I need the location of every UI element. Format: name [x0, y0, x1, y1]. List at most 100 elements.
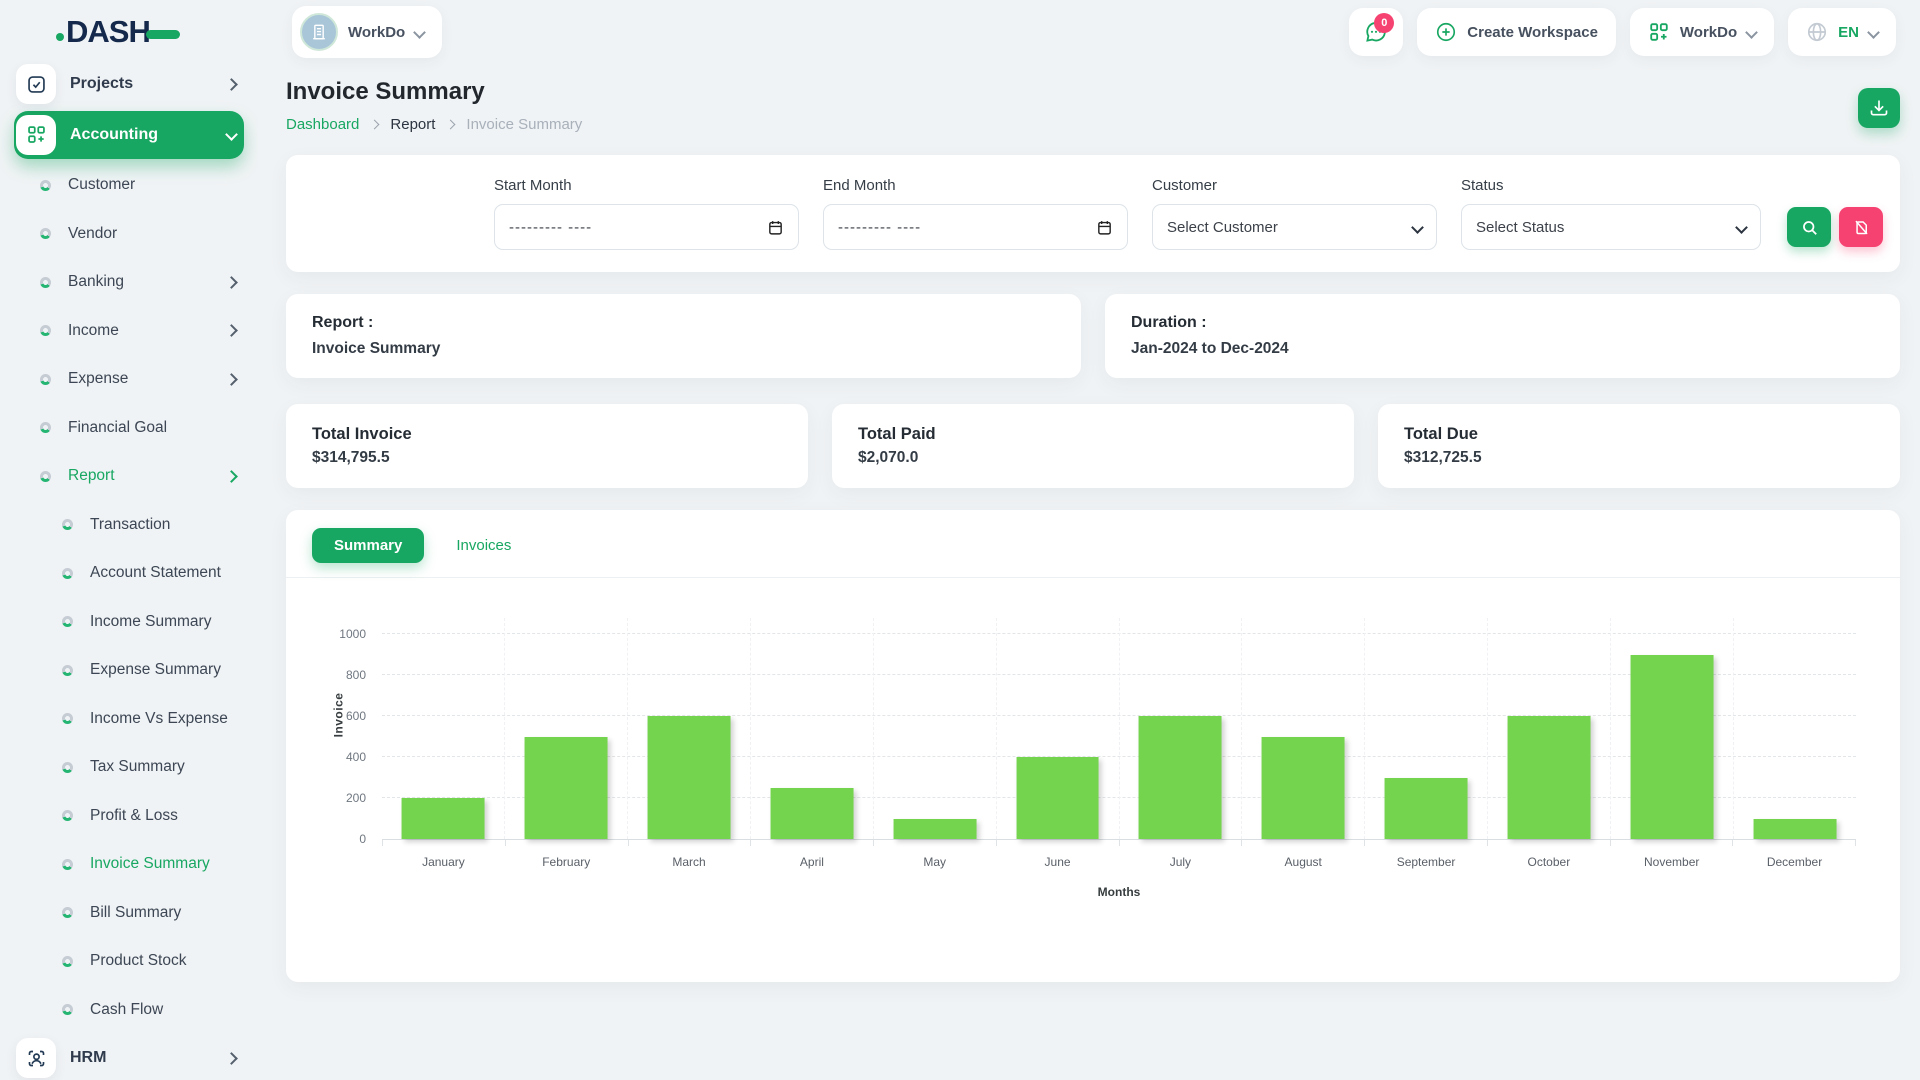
- category-cell: [751, 618, 874, 839]
- status-select[interactable]: Select Status: [1461, 204, 1761, 250]
- tab-summary[interactable]: Summary: [312, 528, 424, 563]
- bar-july[interactable]: [1139, 716, 1222, 839]
- bar-april[interactable]: [770, 788, 853, 839]
- workspace-switcher[interactable]: WorkDo: [292, 6, 442, 58]
- reset-filter-button[interactable]: [1839, 207, 1883, 247]
- sidebar-item-projects[interactable]: Projects: [14, 60, 244, 109]
- stat-card-total-paid: Total Paid$2,070.0: [832, 404, 1354, 488]
- page-title: Invoice Summary: [286, 78, 582, 106]
- sidebar-item-expense-summary[interactable]: Expense Summary: [14, 646, 244, 695]
- start-month-input[interactable]: --------- ----: [494, 204, 799, 250]
- customer-label: Customer: [1152, 177, 1437, 194]
- sidebar-item-label: Vendor: [68, 225, 244, 243]
- category-cell: [997, 618, 1120, 839]
- chevron-right-icon: [212, 375, 236, 384]
- category-cell: [382, 618, 505, 839]
- create-workspace-label: Create Workspace: [1467, 24, 1598, 41]
- tab-invoices[interactable]: Invoices: [434, 528, 533, 563]
- bar-september[interactable]: [1385, 778, 1468, 840]
- x-tick-label: December: [1733, 855, 1856, 869]
- x-axis-labels: JanuaryFebruaryMarchAprilMayJuneJulyAugu…: [382, 855, 1856, 869]
- sidebar-item-account-statement[interactable]: Account Statement: [14, 549, 244, 598]
- create-workspace-button[interactable]: Create Workspace: [1417, 8, 1616, 56]
- chevron-right-icon: [212, 1054, 236, 1063]
- sidebar-item-customer[interactable]: Customer: [14, 161, 244, 210]
- sidebar-item-invoice-summary[interactable]: Invoice Summary: [14, 840, 244, 889]
- end-month-field: End Month --------- ----: [823, 177, 1128, 250]
- user-scan-icon: [16, 1038, 56, 1078]
- sidebar-item-report[interactable]: Report: [14, 452, 244, 501]
- x-tick-label: January: [382, 855, 505, 869]
- customer-field: Customer Select Customer: [1152, 177, 1437, 250]
- sidebar-item-label: Report: [68, 467, 212, 485]
- apps-label: WorkDo: [1680, 24, 1737, 41]
- chevron-down-icon: [1867, 26, 1880, 39]
- chart-plot-area: 02004006008001000: [382, 618, 1856, 840]
- sidebar-item-vendor[interactable]: Vendor: [14, 210, 244, 259]
- notifications-button[interactable]: 0: [1349, 8, 1403, 56]
- bar-january[interactable]: [402, 798, 485, 839]
- bar-february[interactable]: [524, 737, 607, 840]
- category-cell: [1365, 618, 1488, 839]
- x-tick: [1365, 840, 1488, 846]
- stat-card-total-invoice: Total Invoice$314,795.5: [286, 404, 808, 488]
- x-tick-label: May: [873, 855, 996, 869]
- x-tick: [1611, 840, 1734, 846]
- chevron-down-icon: [1735, 221, 1748, 234]
- bar-december[interactable]: [1754, 819, 1837, 840]
- x-tick-label: April: [750, 855, 873, 869]
- app-logo[interactable]: DASH: [56, 14, 292, 50]
- sidebar-item-hrm[interactable]: HRM: [14, 1034, 244, 1080]
- language-code: EN: [1838, 24, 1859, 41]
- sidebar-item-product-stock[interactable]: Product Stock: [14, 937, 244, 986]
- logo-dash: [146, 30, 180, 39]
- bar-october[interactable]: [1508, 716, 1591, 839]
- chevron-right-icon: [212, 326, 236, 335]
- bar-june[interactable]: [1016, 757, 1099, 839]
- start-month-field: Start Month --------- ----: [494, 177, 799, 250]
- search-icon: [1800, 218, 1819, 237]
- reset-icon: [1852, 218, 1871, 237]
- chevron-down-icon: [1745, 26, 1758, 39]
- sidebar-item-expense[interactable]: Expense: [14, 355, 244, 404]
- calendar-icon: [1096, 219, 1113, 236]
- chart-card: SummaryInvoices Invoice 0200400600800100…: [286, 510, 1900, 982]
- report-card-value: Invoice Summary: [312, 340, 1055, 358]
- sidebar-item-label: Transaction: [90, 516, 244, 534]
- language-selector[interactable]: EN: [1788, 8, 1896, 56]
- logo-dot: [56, 33, 64, 41]
- duration-card-title: Duration :: [1131, 314, 1874, 332]
- end-month-input[interactable]: --------- ----: [823, 204, 1128, 250]
- sidebar-item-bill-summary[interactable]: Bill Summary: [14, 889, 244, 938]
- bar-august[interactable]: [1262, 737, 1345, 840]
- sidebar-item-income[interactable]: Income: [14, 307, 244, 356]
- sidebar-item-financial-goal[interactable]: Financial Goal: [14, 404, 244, 453]
- download-button[interactable]: [1858, 88, 1900, 128]
- sidebar-item-profit-loss[interactable]: Profit & Loss: [14, 792, 244, 841]
- x-tick-label: February: [505, 855, 628, 869]
- sidebar-item-cash-flow[interactable]: Cash Flow: [14, 986, 244, 1035]
- report-card: Report : Invoice Summary: [286, 294, 1081, 378]
- x-tick: [1242, 840, 1365, 846]
- bar-may[interactable]: [893, 819, 976, 840]
- sidebar-item-label: Banking: [68, 273, 212, 291]
- sidebar-item-accounting[interactable]: Accounting: [14, 111, 244, 160]
- sidebar-item-income-summary[interactable]: Income Summary: [14, 598, 244, 647]
- breadcrumb-item[interactable]: Dashboard: [286, 116, 359, 133]
- grid-plus-icon: [1648, 21, 1670, 43]
- sidebar-item-banking[interactable]: Banking: [14, 258, 244, 307]
- x-tick: [382, 840, 506, 846]
- x-tick: [997, 840, 1120, 846]
- sidebar-item-tax-summary[interactable]: Tax Summary: [14, 743, 244, 792]
- workdo-apps-button[interactable]: WorkDo: [1630, 8, 1774, 56]
- sidebar-item-label: Projects: [70, 75, 212, 93]
- bar-march[interactable]: [647, 716, 730, 839]
- category-cell: [505, 618, 628, 839]
- bar-november[interactable]: [1631, 655, 1714, 840]
- sidebar-item-income-vs-expense[interactable]: Income Vs Expense: [14, 695, 244, 744]
- sidebar-item-transaction[interactable]: Transaction: [14, 501, 244, 550]
- workspace-avatar: [300, 13, 338, 51]
- customer-select[interactable]: Select Customer: [1152, 204, 1437, 250]
- search-button[interactable]: [1787, 207, 1831, 247]
- breadcrumb-item[interactable]: Report: [390, 116, 435, 133]
